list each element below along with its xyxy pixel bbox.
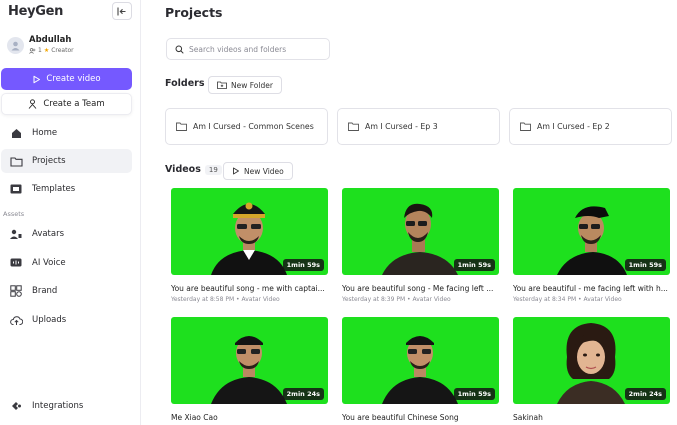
folders-title: Folders — [165, 78, 205, 89]
upload-icon — [8, 315, 24, 326]
video-title: Sakinah — [513, 413, 543, 422]
video-title: You are beautiful song - Me facing left … — [342, 284, 494, 293]
search-icon — [175, 45, 184, 54]
folder-name: Am I Cursed - Common Scenes — [193, 122, 314, 131]
sidebar-item-uploads[interactable]: Uploads — [1, 308, 132, 332]
brand-icon — [8, 285, 24, 297]
collapse-icon — [117, 7, 126, 15]
sidebar-item-label: Integrations — [32, 401, 84, 411]
video-card[interactable]: 1min 59s You are beautiful song - me wit… — [171, 188, 328, 303]
new-folder-button[interactable]: New Folder — [208, 76, 282, 94]
video-thumbnail[interactable]: 1min 59s — [513, 188, 670, 275]
members-icon — [29, 47, 36, 54]
duration-badge: 1min 59s — [282, 259, 324, 271]
person-icon — [28, 99, 37, 109]
duration-badge: 1min 59s — [453, 259, 495, 271]
sidebar-item-projects[interactable]: Projects — [1, 149, 132, 173]
video-card[interactable]: 2min 24s Me Xiao Cao — [171, 317, 328, 425]
home-icon — [8, 128, 24, 139]
folder-card[interactable]: Am I Cursed - Ep 3 — [337, 108, 500, 145]
folder-icon — [348, 122, 359, 131]
create-video-label: Create video — [46, 74, 101, 84]
sidebar-item-label: AI Voice — [32, 258, 66, 268]
video-meta: Yesterday at 8:39 PM • Avatar Video — [342, 296, 451, 303]
create-team-button[interactable]: Create a Team — [1, 93, 132, 115]
sidebar-item-label: Templates — [32, 184, 76, 194]
video-thumbnail[interactable]: 1min 59s — [171, 188, 328, 275]
integrations-icon — [8, 400, 24, 412]
video-thumbnail[interactable]: 1min 59s — [342, 317, 499, 404]
video-title: You are beautiful song - me with captai.… — [171, 284, 325, 293]
brand-logo[interactable]: HeyGen — [8, 4, 63, 19]
folder-card[interactable]: Am I Cursed - Ep 2 — [509, 108, 672, 145]
folder-icon — [8, 156, 24, 167]
sidebar-item-label: Projects — [32, 156, 66, 166]
templates-icon — [8, 184, 24, 194]
video-title: Me Xiao Cao — [171, 413, 218, 422]
search-input[interactable] — [189, 44, 329, 54]
play-icon — [233, 167, 239, 175]
duration-badge: 1min 59s — [624, 259, 666, 271]
play-icon — [33, 75, 41, 83]
sidebar-item-brand[interactable]: Brand — [1, 279, 132, 303]
video-card[interactable]: 1min 59s You are beautiful Chinese Song — [342, 317, 499, 425]
user-meta: 1 ★ Creator — [29, 47, 74, 54]
sidebar-item-label: Brand — [32, 286, 58, 296]
new-video-label: New Video — [244, 166, 284, 176]
duration-badge: 1min 59s — [453, 388, 495, 400]
video-card[interactable]: 1min 59s You are beautiful song - Me fac… — [342, 188, 499, 303]
sidebar-item-ai-voice[interactable]: AI Voice — [1, 251, 132, 275]
new-video-button[interactable]: New Video — [223, 162, 293, 180]
folder-name: Am I Cursed - Ep 3 — [365, 122, 438, 131]
sidebar-item-label: Uploads — [32, 315, 67, 325]
assets-section-label: Assets — [3, 210, 25, 218]
star-icon: ★ — [43, 47, 50, 54]
folder-name: Am I Cursed - Ep 2 — [537, 122, 610, 131]
avatars-icon — [8, 229, 24, 239]
duration-badge: 2min 24s — [624, 388, 666, 400]
videos-count-badge: 19 — [204, 164, 222, 175]
video-card[interactable]: 1min 59s You are beautiful - me facing l… — [513, 188, 670, 303]
videos-title: Videos — [165, 164, 201, 175]
sidebar-item-avatars[interactable]: Avatars — [1, 222, 132, 246]
video-card[interactable]: 2min 24s Sakinah — [513, 317, 670, 425]
video-thumbnail[interactable]: 2min 24s — [513, 317, 670, 404]
sidebar-item-home[interactable]: Home — [1, 121, 132, 145]
page-title: Projects — [165, 5, 223, 20]
avatar[interactable] — [7, 37, 24, 54]
folder-card[interactable]: Am I Cursed - Common Scenes — [165, 108, 328, 145]
video-title: You are beautiful Chinese Song — [342, 413, 459, 422]
voice-icon — [8, 258, 24, 268]
video-meta: Yesterday at 8:34 PM • Avatar Video — [513, 296, 622, 303]
create-video-button[interactable]: Create video — [1, 68, 132, 90]
folders-heading: Folders — [165, 78, 204, 89]
main-content: Projects Folders New Folder Am I Cursed … — [141, 0, 677, 425]
add-folder-icon — [217, 81, 227, 89]
sidebar-item-templates[interactable]: Templates — [1, 177, 132, 201]
folder-icon — [520, 122, 531, 131]
duration-badge: 2min 24s — [282, 388, 324, 400]
search-box[interactable] — [166, 38, 330, 60]
video-thumbnail[interactable]: 1min 59s — [342, 188, 499, 275]
user-avatar-icon — [11, 41, 20, 51]
folder-icon — [176, 122, 187, 131]
sidebar-item-label: Home — [32, 128, 58, 138]
video-thumbnail[interactable]: 2min 24s — [171, 317, 328, 404]
member-count: 1 — [38, 47, 42, 54]
video-meta: Yesterday at 8:58 PM • Avatar Video — [171, 296, 280, 303]
sidebar: HeyGen Abdullah 1 ★ Creator Create video… — [0, 0, 141, 425]
video-title: You are beautiful - me facing left with … — [513, 284, 668, 293]
user-name[interactable]: Abdullah — [29, 35, 71, 45]
plan-name: Creator — [51, 47, 74, 54]
create-team-label: Create a Team — [43, 99, 105, 109]
sidebar-item-label: Avatars — [32, 229, 65, 239]
collapse-sidebar-button[interactable] — [112, 2, 132, 20]
sidebar-item-integrations[interactable]: Integrations — [1, 394, 132, 418]
videos-heading: Videos 19 — [165, 164, 222, 175]
new-folder-label: New Folder — [231, 80, 273, 90]
